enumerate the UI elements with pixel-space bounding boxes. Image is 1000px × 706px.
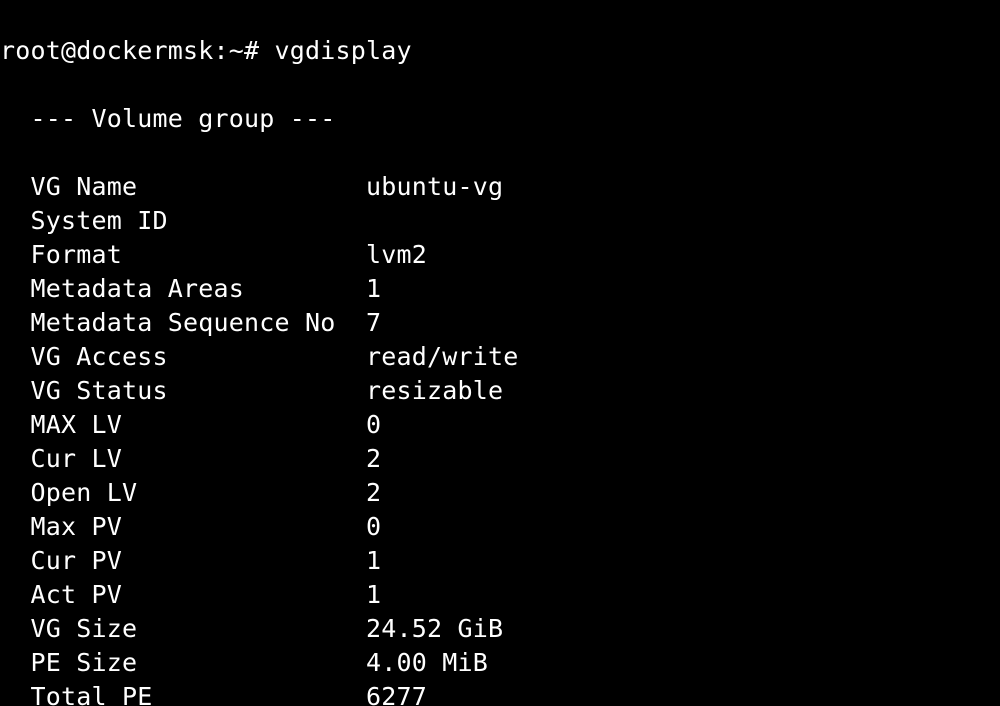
shell-prompt: root@dockermsk:~# <box>0 36 275 65</box>
prompt-line[interactable]: root@dockermsk:~# vgdisplay <box>0 34 1000 68</box>
vg-rows: VG Name ubuntu-vg System ID Format lvm2 … <box>0 170 1000 706</box>
terminal-output: root@dockermsk:~# vgdisplay --- Volume g… <box>0 0 1000 706</box>
command-text: vgdisplay <box>275 36 412 65</box>
section-header: --- Volume group --- <box>0 102 1000 136</box>
